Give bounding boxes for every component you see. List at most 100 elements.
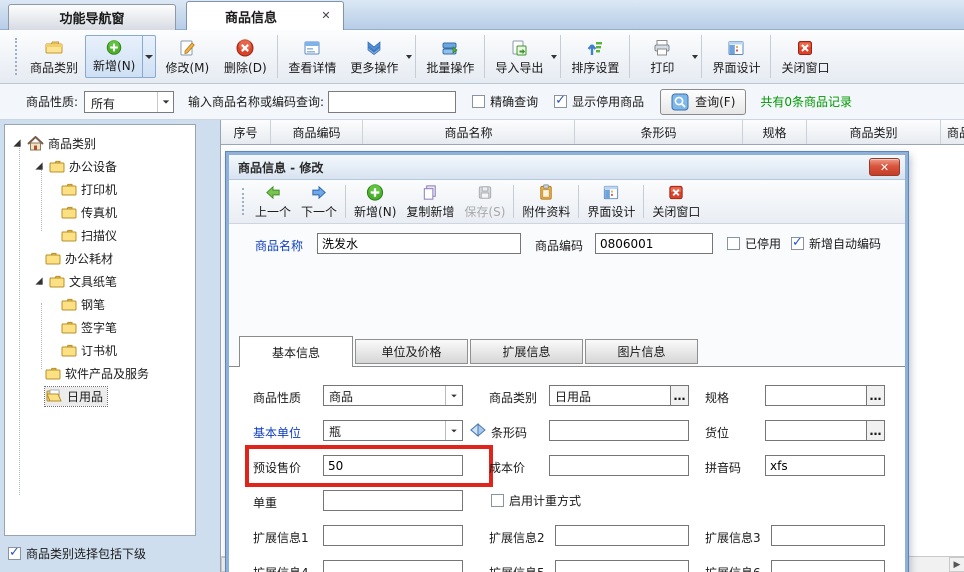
dialog-ui-design-button[interactable]: 界面设计 xyxy=(582,180,640,223)
tab-picture-info[interactable]: 图片信息 xyxy=(585,339,698,364)
copy-icon xyxy=(420,183,440,202)
ext2-input[interactable] xyxy=(555,525,689,546)
ext5-input[interactable] xyxy=(555,560,689,572)
button-label: 新增(N) xyxy=(93,57,135,74)
chevron-down-icon[interactable] xyxy=(692,55,698,59)
tab-basic-info[interactable]: 基本信息 xyxy=(239,336,353,367)
stopped-checkbox[interactable]: 已停用 xyxy=(727,235,781,252)
print-button[interactable]: 打印 xyxy=(633,30,691,83)
dialog-close-button[interactable]: ✕ xyxy=(869,158,900,176)
tab-unit-price[interactable]: 单位及价格 xyxy=(355,339,468,364)
nature-select[interactable]: 商品 xyxy=(323,385,463,406)
tree-item[interactable]: 传真机 xyxy=(61,202,117,222)
modify-button[interactable]: 修改(M) xyxy=(158,30,216,83)
ui-design-button[interactable]: 界面设计 xyxy=(705,30,767,83)
tab-label: 功能导航窗 xyxy=(59,8,124,27)
tree-item-label: 打印机 xyxy=(81,181,117,198)
pinyin-input[interactable] xyxy=(765,455,885,476)
tree-item[interactable]: 办公设备 xyxy=(33,156,117,176)
tab-extended-info[interactable]: 扩展信息 xyxy=(470,339,583,364)
expand-triangle-icon[interactable] xyxy=(35,277,42,284)
column-header[interactable]: 商品类别 xyxy=(807,120,941,144)
attachments-button[interactable]: 附件资料 xyxy=(517,180,575,223)
unit-weight-input[interactable] xyxy=(323,490,463,511)
chevron-down-icon[interactable] xyxy=(406,55,412,59)
product-name-input[interactable] xyxy=(317,233,521,254)
expand-triangle-icon[interactable] xyxy=(13,139,20,146)
ext3-input[interactable] xyxy=(771,525,885,546)
delete-button[interactable]: 删除(D) xyxy=(216,30,274,83)
chevron-down-icon[interactable] xyxy=(551,55,557,59)
column-header[interactable]: 商品编码 xyxy=(271,120,363,144)
ext3-label: 扩展信息3 xyxy=(705,529,761,546)
column-header[interactable]: 商品名称 xyxy=(363,120,575,144)
button-label: 界面设计 xyxy=(587,203,635,220)
search-input[interactable] xyxy=(328,91,456,113)
dialog-close-window-button[interactable]: 关闭窗口 xyxy=(647,180,705,223)
tree-item[interactable]: 钢笔 xyxy=(61,294,105,314)
double-chevron-down-icon xyxy=(364,38,384,58)
ellipsis-button[interactable]: … xyxy=(670,386,688,405)
column-header[interactable]: 规格 xyxy=(743,120,807,144)
ext1-input[interactable] xyxy=(323,525,463,546)
copy-add-button[interactable]: 复制新增 xyxy=(401,180,459,223)
include-children-checkbox[interactable]: 商品类别选择包括下级 xyxy=(8,545,146,562)
ellipsis-button[interactable]: … xyxy=(866,386,884,405)
next-button[interactable]: 下一个 xyxy=(296,180,342,223)
base-unit-select[interactable]: 瓶 xyxy=(323,420,463,441)
toolbar-separator xyxy=(701,35,702,78)
tree-item[interactable]: 软件产品及服务 xyxy=(45,363,149,383)
batch-operations-button[interactable]: 批量操作 xyxy=(419,30,481,83)
add-new-dropdown[interactable] xyxy=(143,35,156,78)
tab-close-icon[interactable]: ✕ xyxy=(319,9,333,23)
weighing-mode-checkbox[interactable]: 启用计重方式 xyxy=(491,492,581,509)
show-disabled-checkbox[interactable]: 显示停用商品 xyxy=(554,93,644,110)
tree-item-label: 传真机 xyxy=(81,204,117,221)
expand-triangle-icon[interactable] xyxy=(35,162,42,169)
product-code-input[interactable] xyxy=(595,233,713,254)
column-header[interactable]: 商品性质 xyxy=(941,120,964,144)
add-new-button[interactable]: 新增(N) xyxy=(85,35,143,78)
previous-button[interactable]: 上一个 xyxy=(250,180,296,223)
view-details-button[interactable]: 查看详情 xyxy=(281,30,343,83)
dialog-body: 商品名称 商品编码 已停用 新增自动编码 基本信息 单位及价格 扩展信息 图片信… xyxy=(229,224,905,572)
ellipsis-button[interactable]: … xyxy=(866,421,884,440)
category-picker[interactable]: 日用品 … xyxy=(549,385,689,406)
close-window-button[interactable]: 关闭窗口 xyxy=(774,30,836,83)
picker-value: 日用品 xyxy=(550,386,670,405)
column-header[interactable]: 条形码 xyxy=(575,120,743,144)
picker-value xyxy=(766,421,866,440)
ext6-input[interactable] xyxy=(771,560,885,572)
spec-picker[interactable]: … xyxy=(765,385,885,406)
tree-item[interactable]: 签字笔 xyxy=(61,317,117,337)
column-header[interactable]: 序号 xyxy=(221,120,271,144)
dialog-add-new-button[interactable]: 新增(N) xyxy=(349,180,401,223)
tree-item[interactable]: 办公耗材 xyxy=(45,248,113,268)
dialog-title-bar[interactable]: 商品信息 - 修改 ✕ xyxy=(229,155,905,180)
tree-item[interactable]: 订书机 xyxy=(61,340,117,360)
book-icon xyxy=(469,422,487,438)
location-picker[interactable]: … xyxy=(765,420,885,441)
record-count-text: 共有0条商品记录 xyxy=(760,93,852,110)
import-export-button[interactable]: 导入导出 xyxy=(488,30,550,83)
more-operations-button[interactable]: 更多操作 xyxy=(343,30,405,83)
tab-product-info[interactable]: 商品信息 ✕ xyxy=(186,1,344,30)
barcode-input[interactable] xyxy=(549,420,689,441)
query-button[interactable]: 查询(F) xyxy=(660,89,746,115)
tab-function-nav[interactable]: 功能导航窗 xyxy=(8,4,176,30)
cost-price-input[interactable] xyxy=(549,455,689,476)
autocode-checkbox[interactable]: 新增自动编码 xyxy=(791,235,881,252)
folder-icon xyxy=(45,367,61,380)
scroll-right-icon[interactable]: ▶ xyxy=(949,557,964,572)
nature-filter-select[interactable]: 所有 xyxy=(84,91,174,113)
tree-item-root[interactable]: 商品类别 xyxy=(11,133,96,153)
ext4-input[interactable] xyxy=(323,560,463,572)
sort-settings-button[interactable]: 排序设置 xyxy=(564,30,626,83)
tree-item[interactable]: 扫描仪 xyxy=(61,225,117,245)
product-category-button[interactable]: 商品类别 xyxy=(23,30,85,83)
exact-search-checkbox[interactable]: 精确查询 xyxy=(472,93,538,110)
tree-item[interactable]: 文具纸笔 xyxy=(33,271,117,291)
preset-price-input[interactable] xyxy=(323,455,463,476)
tree-item-selected[interactable]: 日用品 xyxy=(45,386,107,406)
tree-item[interactable]: 打印机 xyxy=(61,179,117,199)
